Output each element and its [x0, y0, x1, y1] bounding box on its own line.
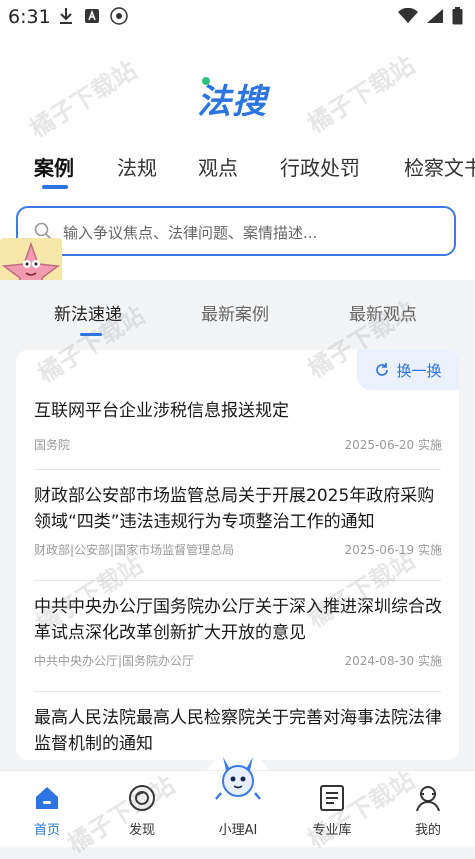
tab-regulations[interactable]: 法规	[117, 152, 157, 181]
article-item[interactable]: 中共中央办公厅国务院办公厅关于深入推进深圳综合改革试点深化改革创新扩大开放的意见…	[34, 594, 442, 670]
article-date: 2024-08-30 实施	[344, 654, 442, 668]
article-title: 互联网平台企业涉税信息报送规定	[34, 401, 289, 421]
nav-profile[interactable]: 我的	[393, 771, 463, 847]
article-publisher: 国务院	[34, 438, 71, 452]
article-publisher: 中共中央办公厅|国务院办公厅	[34, 654, 195, 668]
ai-assistant-icon	[215, 757, 261, 800]
refresh-button[interactable]: 换一换	[357, 350, 459, 390]
divider	[34, 580, 441, 581]
nav-discover[interactable]: 发现	[107, 771, 177, 847]
tab-opinions[interactable]: 观点	[198, 152, 238, 181]
nav-label: 小理AI	[218, 823, 258, 838]
tab-latest-opinions[interactable]: 最新观点	[349, 300, 417, 325]
signal-icon	[427, 9, 443, 23]
battery-icon	[452, 7, 463, 25]
status-bar: 6:31	[0, 0, 475, 34]
nav-label: 首页	[33, 823, 60, 838]
app-badge-icon	[110, 7, 128, 25]
home-icon	[36, 787, 58, 809]
active-tab-indicator	[42, 185, 68, 189]
article-meta: 财政部|公安部|国家市场监督管理总局 2025-06-19 实施	[34, 541, 442, 559]
article-title: 中共中央办公厅国务院办公厅关于深入推进深圳综合改革试点深化改革创新扩大开放的意见	[34, 597, 442, 643]
wifi-icon	[398, 8, 418, 23]
system-icons	[398, 7, 463, 25]
tab-latest-cases[interactable]: 最新案例	[201, 300, 269, 325]
article-meta: 国务院 2025-06-20 实施	[34, 436, 442, 454]
article-title: 最高人民法院最高人民检察院关于完善对海事法院法律监督机制的通知	[34, 708, 442, 754]
logo-dot	[202, 77, 210, 85]
category-tabs: 案例 法规 观点 行政处罚 检察文书	[0, 140, 475, 190]
tab-new-laws[interactable]: 新法速递	[54, 300, 122, 325]
tab-procuratorate-docs[interactable]: 检察文书	[404, 152, 475, 181]
article-item[interactable]: 互联网平台企业涉税信息报送规定 国务院 2025-06-20 实施	[34, 398, 442, 454]
search-placeholder: 输入争议焦点、法律问题、案情描述...	[63, 224, 318, 242]
nav-home[interactable]: 首页	[12, 771, 82, 847]
status-time: 6:31	[8, 6, 51, 28]
library-icon	[320, 785, 344, 811]
refresh-icon	[376, 363, 389, 376]
article-item[interactable]: 最高人民法院最高人民检察院关于完善对海事法院法律监督机制的通知	[34, 705, 442, 757]
tab-cases[interactable]: 案例	[34, 152, 74, 181]
notification-icons	[58, 7, 128, 25]
nav-library[interactable]: 专业库	[297, 771, 367, 847]
nav-label: 发现	[128, 823, 155, 838]
news-tab-indicator	[80, 333, 102, 336]
nav-ai-assistant[interactable]: 小理AI	[203, 757, 273, 847]
bottom-nav: 首页 发现 小理AI 专业库 我的	[0, 757, 475, 847]
article-publisher: 财政部|公安部|国家市场监督管理总局	[34, 543, 235, 557]
download-icon	[60, 8, 72, 24]
refresh-label: 换一换	[396, 361, 442, 380]
tab-admin-penalties[interactable]: 行政处罚	[280, 152, 360, 181]
article-date: 2025-06-20 实施	[344, 438, 442, 452]
article-date: 2025-06-19 实施	[344, 543, 442, 557]
divider	[34, 691, 441, 692]
divider	[34, 469, 441, 470]
app-a-icon	[85, 9, 99, 23]
nav-label: 我的	[414, 823, 441, 838]
article-meta: 中共中央办公厅|国务院办公厅 2024-08-30 实施	[34, 652, 442, 670]
profile-icon	[416, 786, 440, 812]
article-title: 财政部公安部市场监管总局关于开展2025年政府采购领域“四类”违法违规行为专项整…	[34, 486, 435, 532]
article-item[interactable]: 财政部公安部市场监管总局关于开展2025年政府采购领域“四类”违法违规行为专项整…	[34, 483, 442, 559]
nav-label: 专业库	[312, 823, 352, 838]
discover-icon	[129, 785, 155, 811]
news-card: 换一换 互联网平台企业涉税信息报送规定 国务院 2025-06-20 实施 财政…	[16, 350, 459, 760]
